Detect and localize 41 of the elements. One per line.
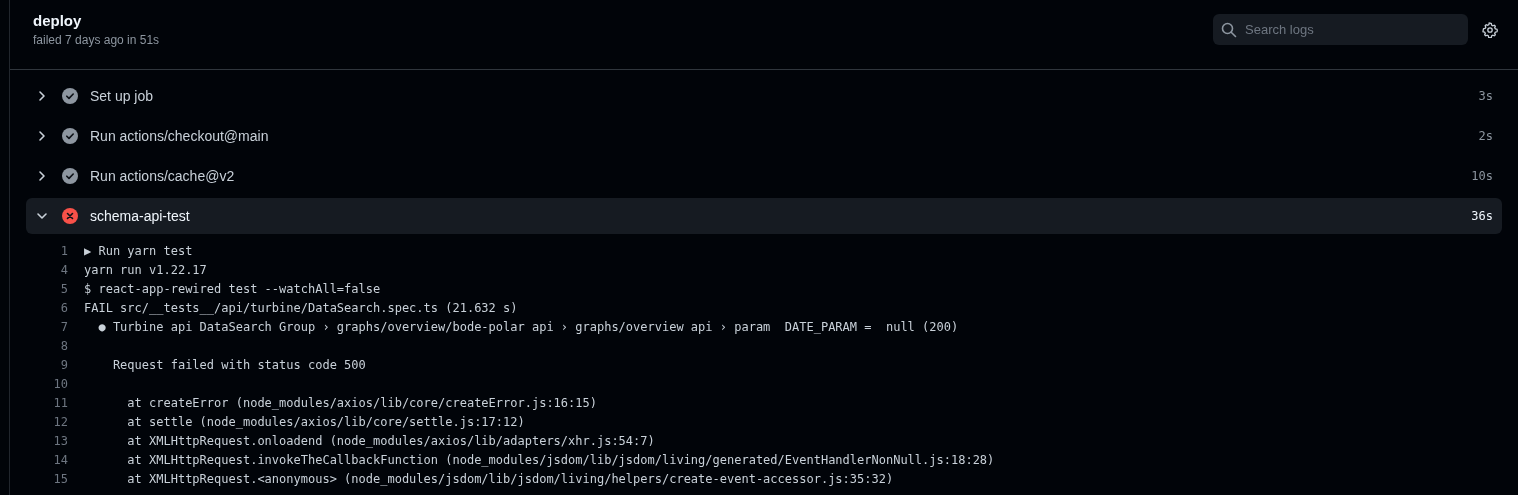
line-number: 15 xyxy=(52,471,68,486)
job-title: deploy xyxy=(33,12,83,29)
step-duration: 3s xyxy=(1478,89,1493,103)
job-status: failed 7 days ago in 51s xyxy=(33,33,160,47)
log-text: at XMLHttpRequest.onloadend (node_modules/axios/lib/adapters/xhr.js:54:7) xyxy=(126,433,655,448)
step-name: Run actions/cache@v2 xyxy=(90,168,236,184)
line-number: 11 xyxy=(52,395,68,410)
line-number: 10 xyxy=(52,376,68,391)
line-number: 6 xyxy=(59,300,68,315)
log-text: ▶ Run yarn test xyxy=(84,243,193,258)
log-text: yarn run v1.22.17 xyxy=(84,262,207,277)
search-icon xyxy=(1221,22,1237,38)
line-number: 7 xyxy=(59,319,68,334)
step-row[interactable]: schema-api-test 36s xyxy=(26,198,1502,234)
line-number: 9 xyxy=(59,357,68,372)
line-number: 8 xyxy=(59,338,68,353)
line-number: 5 xyxy=(59,281,68,296)
step-name: Set up job xyxy=(90,88,155,104)
line-number: 12 xyxy=(52,414,68,429)
log-text: Request failed with status code 500 xyxy=(111,357,366,372)
line-number: 13 xyxy=(52,433,68,448)
log-text: ● Turbine api DataSearch Group › graphs/overview/bode-polar api › graphs/overview api › param DATE_PARAM = null (200) xyxy=(97,319,959,334)
settings-icon xyxy=(1482,21,1498,38)
step-duration: 10s xyxy=(1471,169,1493,183)
log-text: at XMLHttpRequest.invokeTheCallbackFunction (node_modules/jsdom/lib/jsdom/living/generated/EventHandlerNonNull.js:18:28) xyxy=(126,452,995,467)
search-field[interactable]: Search logs xyxy=(1213,14,1468,45)
step-row[interactable]: Run actions/cache@v2 10s xyxy=(26,158,1502,194)
line-number: 1 xyxy=(59,243,68,258)
step-row[interactable]: Run actions/checkout@main 2s xyxy=(26,118,1502,154)
step-name: Run actions/checkout@main xyxy=(90,128,270,144)
log-text: FAIL src/__tests__/api/turbine/DataSearch.spec.ts (21.632 s) xyxy=(84,300,518,315)
log-text: at XMLHttpRequest.<anonymous> (node_modules/jsdom/lib/jsdom/living/helpers/create-event-accessor.js:35:32) xyxy=(126,471,894,486)
step-duration: 2s xyxy=(1478,129,1493,143)
log-text: at settle (node_modules/axios/lib/core/settle.js:17:12) xyxy=(126,414,525,429)
step-duration: 36s xyxy=(1471,209,1493,223)
step-name: schema-api-test xyxy=(90,208,191,224)
line-number: 14 xyxy=(52,452,68,467)
line-number: 4 xyxy=(59,262,68,277)
log-text: $ react-app-rewired test --watchAll=false xyxy=(84,281,381,296)
log-text: at createError (node_modules/axios/lib/core/createError.js:16:15) xyxy=(126,395,597,410)
step-row[interactable]: Set up job 3s xyxy=(26,78,1502,114)
